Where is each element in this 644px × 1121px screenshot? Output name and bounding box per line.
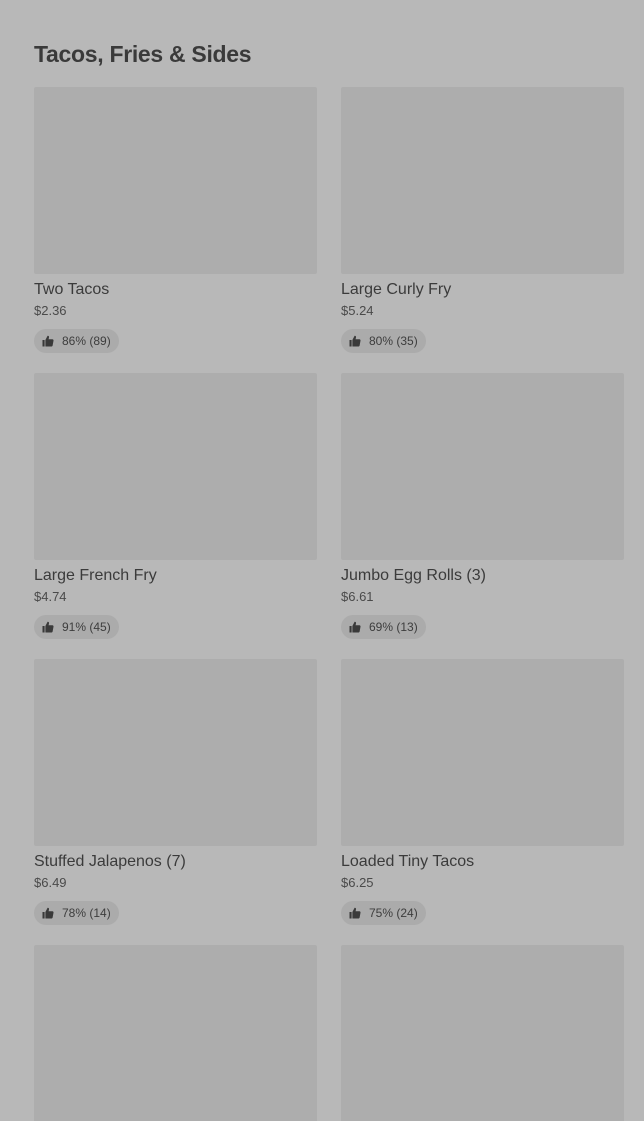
- menu-item-image: [34, 945, 317, 1121]
- thumbs-up-icon: [42, 907, 54, 919]
- menu-item-image: [34, 373, 317, 560]
- thumbs-up-icon: [349, 335, 361, 347]
- menu-item-name: Two Tacos: [34, 281, 110, 298]
- rating-badge: 91% (45): [34, 615, 119, 639]
- menu-item-image: [341, 945, 624, 1121]
- menu-item-card[interactable]: Two Tacos $2.36 86% (89): [34, 87, 317, 357]
- top-edge: [0, 0, 644, 6]
- menu-item-price: $6.25: [341, 875, 374, 890]
- rating-badge: 86% (89): [34, 329, 119, 353]
- menu-item-name: Loaded Tiny Tacos: [341, 853, 475, 870]
- menu-item-name: Large Curly Fry: [341, 281, 452, 298]
- menu-item-name: Jumbo Egg Rolls (3): [341, 567, 486, 584]
- menu-item-price: $6.61: [341, 589, 374, 604]
- menu-item-card[interactable]: [34, 945, 317, 1121]
- rating-badge: 75% (24): [341, 901, 426, 925]
- menu-item-price: $6.49: [34, 875, 67, 890]
- menu-item-card[interactable]: Large French Fry $4.74 91% (45): [34, 373, 317, 643]
- thumbs-up-icon: [42, 335, 54, 347]
- menu-item-card[interactable]: Stuffed Jalapenos (7) $6.49 78% (14): [34, 659, 317, 929]
- menu-item-card[interactable]: Loaded Tiny Tacos $6.25 75% (24): [341, 659, 624, 929]
- rating-text: 69% (13): [369, 620, 418, 634]
- menu-item-price: $2.36: [34, 303, 67, 318]
- thumbs-up-icon: [42, 621, 54, 633]
- menu-item-card[interactable]: Large Curly Fry $5.24 80% (35): [341, 87, 624, 357]
- menu-item-card[interactable]: Jumbo Egg Rolls (3) $6.61 69% (13): [341, 373, 624, 643]
- rating-text: 75% (24): [369, 906, 418, 920]
- menu-item-price: $4.74: [34, 589, 67, 604]
- menu-item-name: Large French Fry: [34, 567, 157, 584]
- menu-item-image: [34, 659, 317, 846]
- menu-item-image: [341, 373, 624, 560]
- thumbs-up-icon: [349, 621, 361, 633]
- menu-item-name: Stuffed Jalapenos (7): [34, 853, 186, 870]
- menu-item-image: [341, 659, 624, 846]
- menu-item-card[interactable]: [341, 945, 624, 1121]
- rating-text: 86% (89): [62, 334, 111, 348]
- thumbs-up-icon: [349, 907, 361, 919]
- section-title: Tacos, Fries & Sides: [34, 41, 252, 67]
- rating-text: 91% (45): [62, 620, 111, 634]
- rating-text: 78% (14): [62, 906, 111, 920]
- rating-badge: 80% (35): [341, 329, 426, 353]
- menu-item-image: [34, 87, 317, 274]
- menu-section-header: Tacos, Fries & Sides: [34, 38, 634, 70]
- menu-item-price: $5.24: [341, 303, 374, 318]
- rating-text: 80% (35): [369, 334, 418, 348]
- rating-badge: 69% (13): [341, 615, 426, 639]
- rating-badge: 78% (14): [34, 901, 119, 925]
- menu-item-image: [341, 87, 624, 274]
